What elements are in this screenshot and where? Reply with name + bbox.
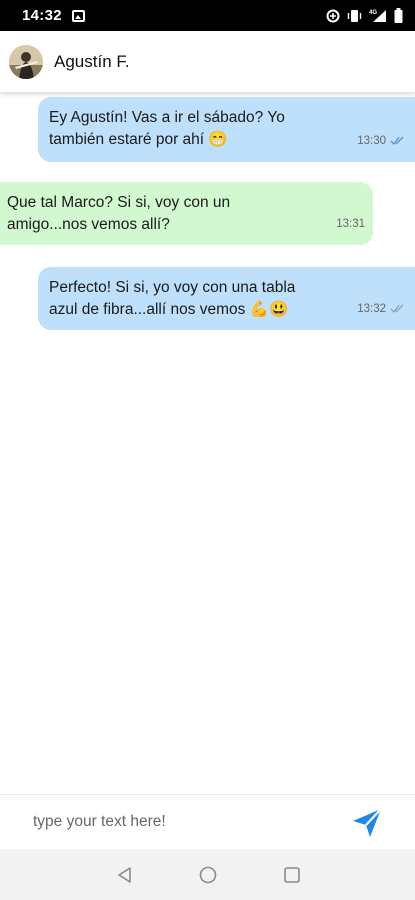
message-input[interactable] [33,813,333,831]
back-icon[interactable] [115,865,135,885]
message-text: Ey Agustín! Vas a ir el sábado? Yo tambi… [49,109,285,148]
message-time: 13:31 [336,218,365,230]
message-meta: 13:30 [357,130,404,152]
status-time: 14:32 [22,7,62,24]
message-list[interactable]: Ey Agustín! Vas a ir el sábado? Yo tambi… [0,94,415,794]
message-composer [0,794,415,849]
vibrate-icon [347,9,362,22]
message-meta: 13:32 [357,298,404,320]
send-button[interactable] [351,808,383,838]
chat-header: Agustín F. [0,31,415,93]
message-time: 13:30 [357,135,386,147]
home-icon[interactable] [198,865,218,885]
message-meta: 13:31 [336,213,365,235]
message-time: 13:32 [357,303,386,315]
recents-icon[interactable] [282,865,302,885]
double-check-icon [390,136,404,146]
send-icon [353,808,382,837]
status-icons: 4G [326,8,403,23]
image-icon [71,9,85,22]
message-text: Que tal Marco? Si si, voy con un amigo..… [7,194,231,233]
contact-name[interactable]: Agustín F. [54,52,130,72]
message-text: Perfecto! Si si, yo voy con una tabla az… [49,279,296,318]
double-check-icon [390,304,404,314]
avatar[interactable] [9,44,43,79]
message-bubble-incoming[interactable]: Que tal Marco? Si si, voy con un amigo..… [0,182,373,245]
data-saver-icon [326,9,340,22]
system-nav-bar [0,849,415,900]
signal-4g-icon: 4G [369,10,386,22]
svg-text:4G: 4G [369,10,377,16]
battery-icon [394,8,403,23]
message-bubble-outgoing[interactable]: Ey Agustín! Vas a ir el sábado? Yo tambi… [38,97,415,162]
message-bubble-outgoing[interactable]: Perfecto! Si si, yo voy con una tabla az… [38,267,415,330]
status-bar: 14:32 4G [0,0,415,31]
contact-avatar-photo [9,44,43,79]
